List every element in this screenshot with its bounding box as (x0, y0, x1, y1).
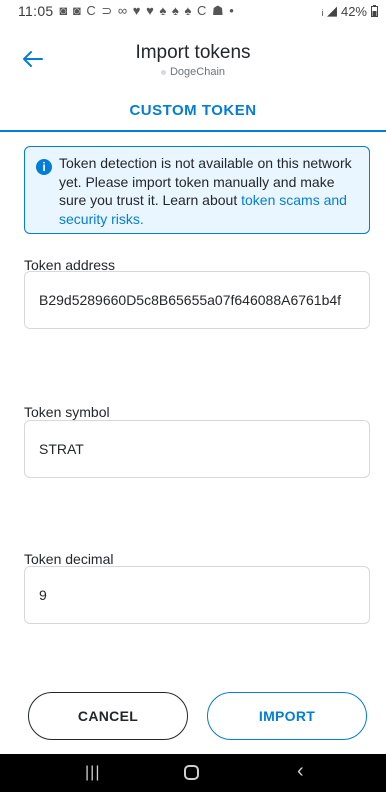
battery-level: 42% (340, 3, 367, 19)
status-bar: 11:05 ◙ ◙ C ⊃ ∞ ♥ ♥ ♠ ♠ ♠ C ☗ • ᵢ ◢ 42% (0, 0, 386, 22)
token-decimal-input[interactable]: 9 (24, 566, 370, 624)
battery-icon (371, 5, 378, 17)
info-icon: i (36, 159, 52, 175)
network-label: DogeChain (0, 66, 386, 78)
network-name: DogeChain (169, 66, 226, 78)
token-symbol-input[interactable]: STRAT (24, 420, 370, 478)
token-decimal-label: Token decimal (24, 551, 114, 567)
header: Import tokens DogeChain (0, 22, 386, 80)
token-address-value: B29d5289660D5c8B65655a07f646088A6761b4f (39, 292, 342, 308)
status-time: 11:05 (18, 3, 54, 19)
token-address-input[interactable]: B29d5289660D5c8B65655a07f646088A6761b4f (24, 271, 370, 329)
recent-apps-icon[interactable]: ||| (85, 764, 100, 782)
import-button[interactable]: IMPORT (207, 692, 367, 740)
tab-label: CUSTOM TOKEN (129, 102, 257, 119)
network-dot-icon (160, 69, 166, 75)
token-symbol-label: Token symbol (24, 404, 110, 420)
android-nav-bar: ||| ‹ (0, 754, 386, 792)
cancel-button[interactable]: CANCEL (28, 692, 188, 740)
home-icon[interactable] (184, 765, 199, 780)
token-decimal-value: 9 (39, 587, 47, 603)
notification-icons: ◙ ◙ C ⊃ ∞ ♥ ♥ ♠ ♠ ♠ C ☗ • (59, 3, 235, 18)
page-title: Import tokens (135, 42, 251, 63)
token-detection-alert: i Token detection is not available on th… (24, 146, 370, 234)
tab-custom-token[interactable]: CUSTOM TOKEN (0, 96, 386, 132)
status-right: ᵢ ◢ 42% (321, 3, 378, 19)
alert-text: Token detection is not available on this… (59, 154, 364, 228)
nav-back-icon[interactable]: ‹ (297, 760, 304, 783)
token-symbol-value: STRAT (39, 441, 84, 457)
signal-icon: ᵢ ◢ (321, 3, 337, 18)
